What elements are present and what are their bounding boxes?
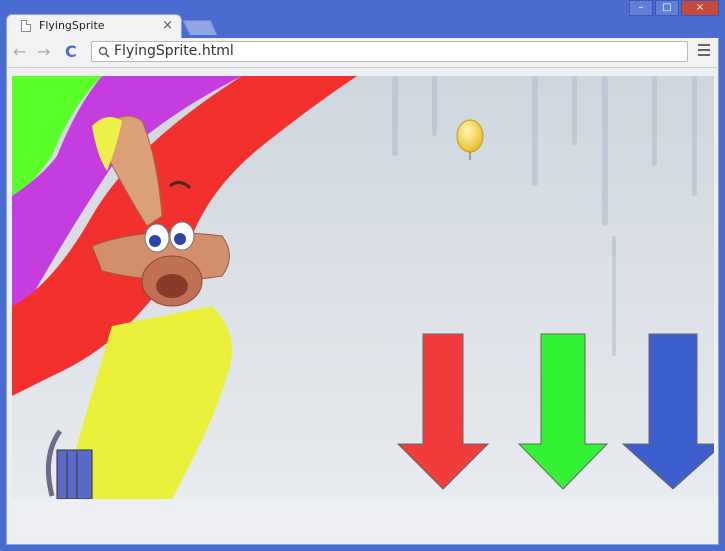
maximize-button[interactable]: □: [655, 0, 679, 16]
back-button[interactable]: ←: [13, 43, 26, 61]
url-text: FlyingSprite.html: [114, 43, 234, 59]
browser-window: FlyingSprite × – □ × ← → C FlyingSprite.…: [0, 0, 725, 551]
tab-flyingsprite[interactable]: FlyingSprite ×: [6, 14, 182, 38]
address-bar[interactable]: FlyingSprite.html: [91, 41, 688, 62]
tab-close-button[interactable]: ×: [162, 18, 173, 33]
tab-title: FlyingSprite: [39, 19, 105, 32]
game-canvas[interactable]: [12, 76, 714, 499]
reload-button[interactable]: C: [65, 43, 77, 61]
arrow-group: [396, 333, 714, 490]
window-controls: – □ ×: [627, 0, 719, 16]
search-icon: [98, 46, 110, 58]
game-scene: [12, 76, 714, 499]
new-tab-button[interactable]: [182, 20, 218, 35]
menu-icon[interactable]: [698, 44, 710, 56]
browser-toolbar: ← → C FlyingSprite.html: [6, 38, 719, 67]
close-window-button[interactable]: ×: [681, 0, 719, 16]
title-bar: FlyingSprite × – □ ×: [0, 0, 725, 38]
minimize-button[interactable]: –: [629, 0, 653, 16]
forward-button[interactable]: →: [37, 43, 50, 61]
doc-icon: [21, 20, 31, 32]
